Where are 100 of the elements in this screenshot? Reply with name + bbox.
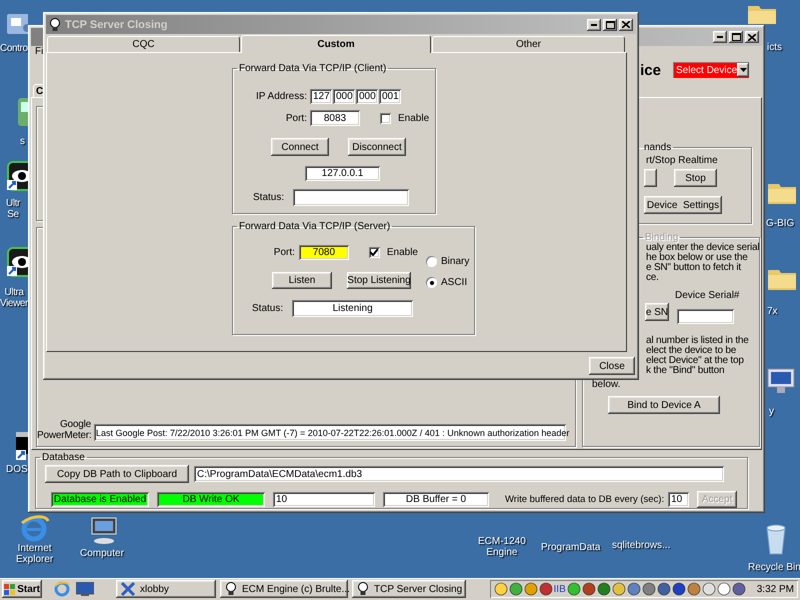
desktop-icon-label[interactable]: Recycle Bin <box>748 562 800 573</box>
status-field: Listening <box>292 300 414 317</box>
menu-item[interactable]: Fi <box>35 46 44 56</box>
serial-field[interactable] <box>677 309 734 324</box>
close-button[interactable] <box>745 31 759 43</box>
address-field: 127.0.0.1 <box>305 166 380 181</box>
device-heading: ice <box>640 62 661 78</box>
port-field[interactable]: 8083 <box>310 110 360 126</box>
copy-path-button[interactable]: Copy DB Path to Clipboard <box>45 465 189 483</box>
dropdown-arrow-button[interactable] <box>737 63 749 77</box>
count-field: 10 <box>273 492 375 507</box>
desktop-icon-label[interactable]: ECM-1240 Engine <box>478 536 526 558</box>
tab[interactable]: Custom <box>241 35 431 53</box>
maximize-button[interactable] <box>729 31 743 43</box>
tray-icon[interactable] <box>642 582 656 596</box>
radio-button[interactable] <box>426 277 437 288</box>
lightbulb-icon <box>49 18 61 32</box>
start-button[interactable] <box>644 169 657 187</box>
desktop-icon-label[interactable]: G-BIG <box>766 218 794 229</box>
field-label: Status: <box>253 192 284 203</box>
browser-icon[interactable] <box>18 514 50 542</box>
group-title: Forward Data Via TCP/IP (Client) <box>238 63 388 74</box>
checkbox-label: Enable <box>386 247 418 258</box>
desktop-icon-label[interactable]: ProgramData <box>541 542 600 553</box>
radio-button[interactable] <box>426 256 437 267</box>
desktop-icon[interactable] <box>76 582 94 596</box>
lightbulb-icon <box>225 582 237 596</box>
tab[interactable]: CQC <box>47 36 240 52</box>
ip-octet-field[interactable]: 001 <box>379 89 401 104</box>
tab[interactable]: Other <box>432 36 625 52</box>
desktop-icon-label[interactable]: Internet Explorer <box>16 543 54 565</box>
tray-icon[interactable] <box>582 582 596 596</box>
close-button[interactable] <box>619 18 633 30</box>
tray-icon[interactable] <box>494 582 508 596</box>
tray-label[interactable]: IIB <box>554 584 566 594</box>
desktop-icon-label[interactable]: s <box>20 136 25 147</box>
tray-icon[interactable] <box>566 582 581 596</box>
device-dropdown[interactable]: Select Device <box>673 62 749 78</box>
tray-icon[interactable] <box>672 582 686 596</box>
console-icon[interactable] <box>16 430 28 462</box>
tray-icon[interactable] <box>612 582 626 596</box>
tray-icon[interactable] <box>686 582 701 596</box>
ip-octet-field[interactable]: 000 <box>356 89 378 104</box>
enable-checkbox[interactable] <box>380 112 391 124</box>
minimize-button[interactable] <box>587 18 601 30</box>
desktop-icon-label[interactable]: y <box>769 406 774 417</box>
port-field[interactable]: 7080 <box>298 245 349 260</box>
lightbulb-icon <box>357 582 369 596</box>
eye-icon[interactable] <box>6 160 28 192</box>
stop-button[interactable]: Stop <box>674 169 717 187</box>
tray-icon[interactable] <box>656 582 671 596</box>
interval-field[interactable]: 10 <box>668 492 690 507</box>
stop-listening-button[interactable]: Stop Listening <box>347 272 411 289</box>
disconnect-button[interactable]: Disconnect <box>348 138 406 156</box>
tray-icon[interactable] <box>524 582 538 596</box>
eye-icon[interactable] <box>6 246 28 278</box>
ip-octet-field[interactable]: 127 <box>310 89 332 104</box>
desktop-icon-label[interactable]: Ultra Viewer <box>0 287 28 309</box>
group-title: Database <box>41 452 86 463</box>
status-indicator: Database is Enabled <box>51 492 149 507</box>
group-title: nands <box>643 142 672 153</box>
desktop-icon-label[interactable]: Ultr Se <box>6 198 20 220</box>
note-text: al number is listed in the elect the device to be elect Device" at the top k the "Bind" button <box>646 336 750 376</box>
connect-button[interactable]: Connect <box>271 138 329 156</box>
field-label: IP Address: <box>255 91 307 102</box>
caption-text: rt/Stop Realtime <box>646 155 719 166</box>
group-title: Forward Data Via TCP/IP (Server) <box>238 221 392 232</box>
tray-icon[interactable] <box>732 582 746 596</box>
maximize-button[interactable] <box>603 18 617 30</box>
database-path-field[interactable]: C:\ProgramData\ECMData\ecm1.db3 <box>194 466 724 482</box>
start-button[interactable]: Start <box>2 580 42 598</box>
desktop-icon-label[interactable]: sqlitebrows... <box>612 540 670 551</box>
taskbar-button[interactable]: xlobby <box>116 580 216 598</box>
minimize-button[interactable] <box>713 31 727 43</box>
device-settings-button[interactable]: Device Settings <box>644 196 722 214</box>
desktop-icon-label[interactable]: icts <box>767 42 782 53</box>
checkmark-icon <box>370 249 378 256</box>
desktop-icon-label[interactable]: Contro <box>0 43 28 54</box>
maximize-icon <box>732 33 740 41</box>
close-dialog-button[interactable]: Close <box>589 357 635 375</box>
radio-label: ASCII <box>441 277 468 288</box>
tray-icon[interactable] <box>702 582 716 596</box>
ip-octet-field[interactable]: 000 <box>333 89 355 104</box>
close-icon <box>622 21 630 28</box>
listen-button[interactable]: Listen <box>272 272 332 289</box>
tray-icon[interactable] <box>716 582 731 596</box>
instructions-text: ualy enter the device serial he box below or use the e SN" button to fetch it ce. <box>646 243 760 283</box>
checkbox-label: Enable <box>398 112 430 124</box>
app-icon[interactable] <box>18 96 28 126</box>
enable-checkbox[interactable] <box>368 247 380 258</box>
tray-icon[interactable] <box>596 582 611 596</box>
tray-icon[interactable] <box>508 582 523 596</box>
desktop-icon-label[interactable]: DOS <box>6 464 28 475</box>
desktop-icon-label[interactable]: Computer <box>80 548 124 559</box>
tray-icon[interactable] <box>538 582 553 596</box>
desktop-icon-label[interactable]: 7x <box>767 306 778 317</box>
note-text: below. <box>592 380 622 390</box>
tray-icon[interactable] <box>626 582 641 596</box>
close-icon <box>748 34 756 40</box>
taskbar-button[interactable]: TCP Server Closing <box>352 580 466 598</box>
